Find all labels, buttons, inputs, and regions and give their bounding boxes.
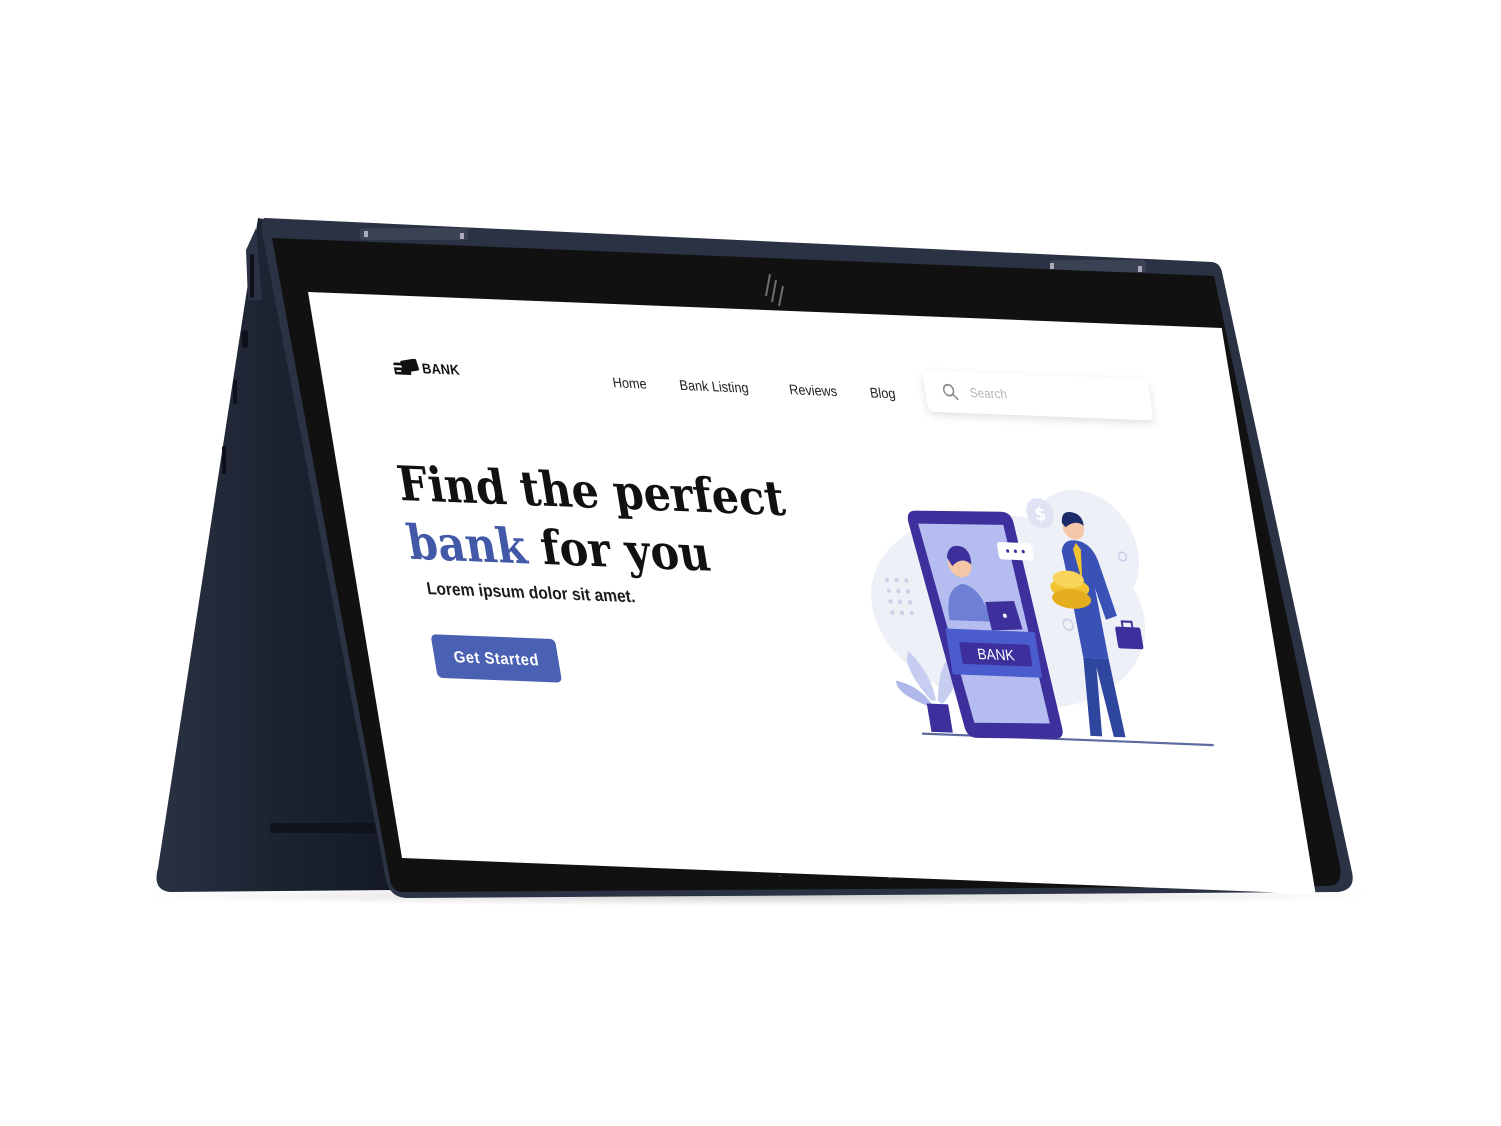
credit-card-icon (393, 358, 419, 375)
hero-title-line-2: for you (521, 519, 715, 583)
hero-title: Find the perfect bank for you (393, 455, 799, 588)
port-1 (242, 330, 248, 348)
speaker-grille (270, 823, 380, 833)
get-started-button[interactable]: Get Started (430, 634, 563, 683)
search-icon (942, 383, 959, 401)
port-3 (222, 446, 226, 474)
bank-illustration: $ BANK (871, 489, 1214, 747)
search-box[interactable] (921, 370, 1154, 421)
port-4 (250, 254, 254, 298)
brand-logo[interactable]: BANK (392, 358, 461, 378)
ground-line (921, 732, 1214, 747)
nav-link-reviews[interactable]: Reviews (788, 381, 838, 399)
svg-text:BANK: BANK (976, 646, 1016, 664)
brand-name: BANK (420, 359, 461, 378)
nav-link-blog[interactable]: Blog (869, 384, 897, 401)
nav-link-bank-listing[interactable]: Bank Listing (678, 377, 750, 396)
device-mockup-stage: BANK Home Bank Listing Reviews Blog Find… (0, 0, 1501, 1126)
search-input[interactable] (966, 383, 1129, 408)
hero-title-accent: bank (403, 515, 531, 576)
nav-links: Home Bank Listing Reviews Blog (611, 374, 929, 403)
web-page-screen: BANK Home Bank Listing Reviews Blog Find… (308, 292, 1316, 895)
port-2 (233, 380, 237, 404)
hero-subtitle: Lorem ipsum dolor sit amet. (425, 579, 637, 607)
nav-link-home[interactable]: Home (611, 374, 647, 392)
hinge-left (360, 228, 468, 240)
